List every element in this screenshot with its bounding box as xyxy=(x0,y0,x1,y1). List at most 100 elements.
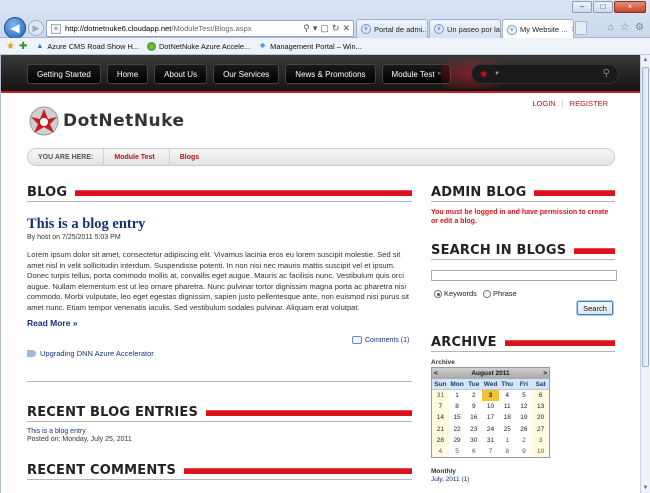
register-link[interactable]: REGISTER xyxy=(570,99,608,108)
calendar-day[interactable]: 7 xyxy=(482,446,499,457)
nav-about-us[interactable]: About Us xyxy=(154,64,208,84)
calendar-day[interactable]: 10 xyxy=(482,401,499,412)
calendar-day[interactable]: 26 xyxy=(516,424,533,435)
calendar-day[interactable]: 30 xyxy=(465,435,482,446)
favorites-star-icon[interactable]: ☆ xyxy=(620,22,629,33)
calendar-day[interactable]: 3 xyxy=(532,434,549,446)
recent-comments-heading: RECENT COMMENTS xyxy=(27,463,412,478)
favorite-link-2[interactable]: DotNetNuke Azure Accele... xyxy=(146,41,250,51)
calendar-day[interactable]: 17 xyxy=(482,412,499,423)
calendar-day[interactable]: 31 xyxy=(482,435,499,446)
stop-icon[interactable]: ✕ xyxy=(342,23,350,34)
keywords-label[interactable]: Keywords xyxy=(444,289,477,298)
calendar-day[interactable]: 8 xyxy=(449,401,466,412)
calendar-day[interactable]: 5 xyxy=(449,446,466,457)
favorites-star-icon[interactable]: ★ xyxy=(6,41,15,52)
search-icon[interactable]: ⚲ xyxy=(303,23,310,34)
home-icon[interactable]: ⌂ xyxy=(608,22,614,33)
calendar-day[interactable]: 18 xyxy=(499,412,516,423)
calendar-day[interactable]: 19 xyxy=(516,412,533,423)
phrase-label[interactable]: Phrase xyxy=(493,289,517,298)
back-button[interactable]: ◀ xyxy=(4,17,26,39)
calendar-day[interactable]: 6 xyxy=(465,446,482,457)
calendar-day[interactable]: 29 xyxy=(449,435,466,446)
address-bar[interactable]: e http://dotnetnuke6.cloudapp.net/Module… xyxy=(46,20,354,37)
favorite-link-1[interactable]: ▲ Azure CMS Road Show H... xyxy=(35,42,139,51)
calendar-next-button[interactable]: > xyxy=(543,370,547,377)
calendar-day[interactable]: 20 xyxy=(532,412,549,424)
forward-button[interactable]: ▶ xyxy=(28,20,44,36)
scroll-up-icon[interactable]: ▲ xyxy=(641,55,650,65)
calendar-day[interactable]: 24 xyxy=(482,424,499,435)
search-button[interactable]: Search xyxy=(577,301,613,315)
chevron-down-icon[interactable]: ▼ xyxy=(494,71,500,77)
calendar-day[interactable]: 2 xyxy=(465,390,482,401)
calendar-day[interactable]: 22 xyxy=(449,424,466,435)
calendar-day[interactable]: 9 xyxy=(465,401,482,412)
nav-news-promotions[interactable]: News & Promotions xyxy=(285,64,376,84)
comments-link[interactable]: Comments (1) xyxy=(352,336,409,344)
minimize-button[interactable]: – xyxy=(572,1,592,13)
close-window-button[interactable]: × xyxy=(614,1,646,13)
nav-our-services[interactable]: Our Services xyxy=(213,64,280,84)
refresh-icon[interactable]: ↻ xyxy=(332,23,340,34)
calendar-day[interactable]: 8 xyxy=(499,446,516,457)
new-tab-button[interactable] xyxy=(575,21,587,35)
calendar-prev-button[interactable]: < xyxy=(434,370,438,377)
calendar-day[interactable]: 3 xyxy=(482,390,499,402)
site-search-box[interactable]: ❀ ▼ ⚲ xyxy=(471,64,619,84)
browser-tab-1[interactable]: e Portal de admi... xyxy=(356,19,428,38)
recent-entry-link[interactable]: This is a blog entry xyxy=(27,428,86,435)
blog-entry-title[interactable]: This is a blog entry xyxy=(27,216,145,233)
add-favorite-icon[interactable]: ✚ xyxy=(19,41,27,52)
dropdown-icon[interactable]: ▾ xyxy=(313,23,318,34)
breadcrumb-item-module-test[interactable]: Module Test xyxy=(103,149,168,165)
calendar-dow: Fri xyxy=(515,379,533,390)
login-link[interactable]: LOGIN xyxy=(532,99,555,108)
dnn-search-scope-icon[interactable]: ❀ xyxy=(480,69,492,79)
blog-search-input[interactable] xyxy=(431,270,617,281)
phrase-radio[interactable] xyxy=(482,289,491,298)
calendar-day[interactable]: 6 xyxy=(532,390,549,402)
calendar-day[interactable]: 1 xyxy=(449,390,466,401)
calendar-day[interactable]: 1 xyxy=(499,435,516,446)
calendar-day[interactable]: 10 xyxy=(532,445,549,458)
calendar-day[interactable]: 9 xyxy=(516,446,533,457)
scroll-thumb[interactable] xyxy=(642,67,649,367)
browser-tab-3-active[interactable]: e My Website ... × xyxy=(502,19,574,39)
vertical-scrollbar[interactable]: ▲ ▼ xyxy=(640,55,650,493)
calendar-day[interactable]: 21 xyxy=(432,423,449,435)
calendar-day[interactable]: 2 xyxy=(516,435,533,446)
calendar-day[interactable]: 12 xyxy=(516,401,533,412)
compat-view-icon[interactable]: ▢ xyxy=(320,23,329,34)
tag-link[interactable]: Upgrading DNN Azure Accelerator xyxy=(27,349,154,358)
nav-home[interactable]: Home xyxy=(106,64,149,84)
calendar-day[interactable]: 27 xyxy=(532,423,549,435)
calendar-day[interactable]: 13 xyxy=(532,401,549,413)
keywords-radio[interactable] xyxy=(434,289,442,298)
close-tab-icon[interactable]: × xyxy=(571,25,573,34)
calendar-day[interactable]: 5 xyxy=(516,390,533,401)
calendar-day[interactable]: 14 xyxy=(432,412,449,424)
calendar-day[interactable]: 25 xyxy=(499,424,516,435)
browser-tab-2[interactable]: e Un paseo por la... xyxy=(429,19,501,38)
calendar-day[interactable]: 11 xyxy=(499,401,516,412)
breadcrumb-item-blogs[interactable]: Blogs xyxy=(168,149,213,165)
gear-icon[interactable]: ⚙ xyxy=(635,22,644,33)
favorite-link-3[interactable]: ❖ Management Portal – Win... xyxy=(258,42,362,51)
calendar-day[interactable]: 23 xyxy=(465,424,482,435)
maximize-button[interactable]: □ xyxy=(593,1,613,13)
nav-getting-started[interactable]: Getting Started xyxy=(27,64,101,84)
calendar-day[interactable]: 4 xyxy=(432,445,449,458)
scroll-down-icon[interactable]: ▼ xyxy=(641,483,650,493)
calendar-day[interactable]: 16 xyxy=(465,412,482,423)
calendar-day[interactable]: 7 xyxy=(432,401,449,413)
site-logo[interactable]: DotNetNuke xyxy=(27,105,185,137)
calendar-day[interactable]: 31 xyxy=(432,390,449,402)
calendar-day[interactable]: 28 xyxy=(432,434,449,446)
calendar-day[interactable]: 4 xyxy=(499,390,516,401)
monthly-archive-link[interactable]: July, 2011 (1) xyxy=(431,476,469,483)
read-more-link[interactable]: Read More » xyxy=(27,318,78,328)
calendar-day[interactable]: 15 xyxy=(449,412,466,423)
search-icon[interactable]: ⚲ xyxy=(603,68,610,79)
